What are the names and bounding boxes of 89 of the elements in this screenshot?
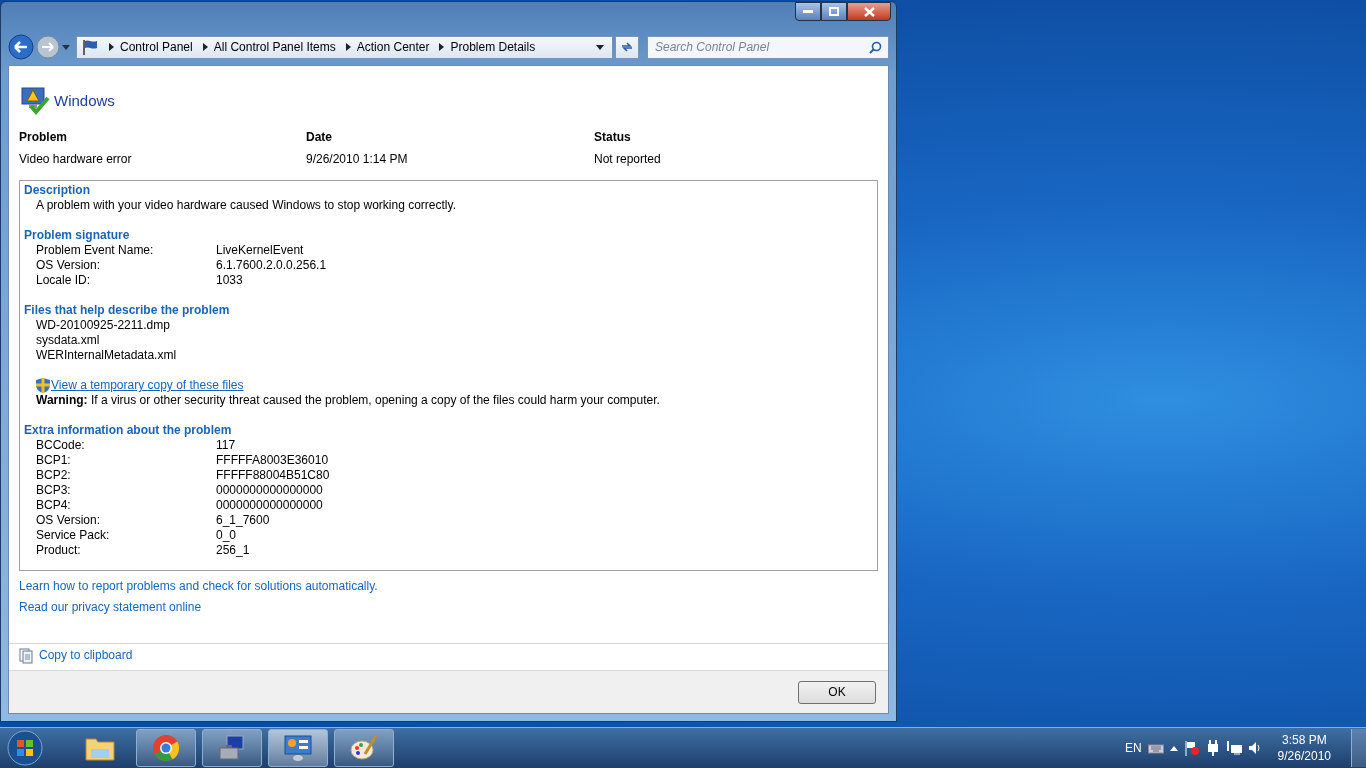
field-value: 0000000000000000 [216,483,323,498]
close-button[interactable] [847,2,891,21]
file-name: WERInternalMetadata.xml [35,348,178,363]
taskbar-button[interactable] [202,729,262,767]
field-label: OS Version: [36,513,102,528]
section-heading: Problem signature [24,228,131,243]
taskbar-button[interactable] [334,729,394,767]
field-value: LiveKernelEvent [216,243,304,258]
breadcrumb-arrow-icon[interactable] [109,43,114,51]
shield-icon [36,378,50,393]
network-icon[interactable] [1225,740,1242,756]
flag-icon [81,39,99,55]
minimize-icon [803,9,813,14]
close-icon [863,6,875,17]
copy-to-clipboard-link[interactable]: Copy to clipboard [39,648,133,662]
field-value: 6_1_7600 [216,513,270,528]
section-heading: Files that help describe the problem [24,303,231,318]
search-icon[interactable] [869,40,882,54]
field-value: 1033 [216,273,243,288]
back-icon[interactable] [8,34,34,60]
field-label: Problem Event Name: [36,243,155,258]
address-bar[interactable]: Control Panel All Control Panel Items Action Center Problem Details [76,35,613,59]
show-desktop-button[interactable] [1351,729,1366,767]
clock-date[interactable]: 9/26/2010 [1277,749,1331,763]
field-label: BCP1: [36,453,72,468]
description-text: A problem with your video hardware caused Windows to stop working correctly. [35,198,457,213]
maximize-icon [829,7,839,16]
field-value: FFFFF88004B51C80 [216,468,330,483]
field-value: 0000000000000000 [216,498,323,513]
browser-icon [152,734,180,762]
taskbar-button[interactable] [268,729,328,767]
show-hidden-icons-icon[interactable] [1169,745,1178,751]
field-label: BCCode: [36,438,86,453]
forward-icon[interactable] [36,35,60,59]
breadcrumb-arrow-icon[interactable] [202,43,208,51]
keyboard-icon[interactable] [1147,742,1164,754]
language-indicator[interactable]: EN [1124,741,1142,755]
ok-button[interactable]: OK [798,680,876,704]
breadcrumb-item[interactable]: Control Panel [120,40,193,54]
control-panel-icon [283,734,313,762]
taskbar-button[interactable] [136,729,196,767]
speaker-icon[interactable] [1247,741,1262,755]
field-label: BCP4: [36,498,72,513]
refresh-button[interactable] [615,35,639,59]
summary-value: Not reported [594,152,661,166]
power-plug-icon[interactable] [1205,740,1220,756]
column-heading: Status [594,130,632,144]
section-heading: Description [24,183,91,198]
column-heading: Date [306,130,333,144]
field-value: 117 [216,438,236,453]
field-label: Locale ID: [36,273,92,288]
field-value: 256_1 [216,543,250,558]
clock-time[interactable]: 3:58 PM [1281,733,1327,747]
breadcrumb-item[interactable]: Problem Details [450,40,536,54]
warning-text: Warning: If a virus or other security threat caused the problem, opening a copy of the files could harm your computer. [35,393,661,408]
field-label: BCP2: [36,468,72,483]
field-label: Product: [36,543,82,558]
refresh-icon [620,40,634,54]
flag-error-icon[interactable] [1183,740,1200,756]
view-files-link[interactable]: View a temporary copy of these files [51,378,244,393]
dropdown-caret-icon[interactable] [596,44,604,50]
clipboard-icon [19,648,33,664]
help-link[interactable]: Read our privacy statement online [19,600,202,614]
summary-value: 9/26/2010 1:14 PM [306,152,409,166]
maximize-button[interactable] [821,2,847,21]
field-value: FFFFFA8003E36010 [216,453,329,468]
column-heading: Problem [19,130,68,144]
field-value: 6.1.7600.2.0.0.256.1 [216,258,327,273]
paint-palette-icon [349,734,379,762]
breadcrumb-arrow-icon[interactable] [439,43,445,51]
folder-icon [85,735,115,761]
breadcrumb-item[interactable]: Action Center [356,40,430,54]
breadcrumb-arrow-icon[interactable] [345,43,351,51]
start-button[interactable] [6,729,44,767]
monitor-warning-icon [19,84,51,116]
page-title: Windows [54,91,115,109]
field-value: 0_0 [216,528,237,543]
computer-toolbox-icon [217,734,247,762]
search-field[interactable]: Search Control Panel [647,35,889,59]
file-name: WD-20100925-2211.dmp [35,318,171,333]
field-label: BCP3: [36,483,72,498]
breadcrumb-item[interactable]: All Control Panel Items [213,40,336,54]
minimize-button[interactable] [795,2,821,21]
file-name: sysdata.xml [35,333,101,348]
help-link[interactable]: Learn how to report problems and check for solutions automatically. [19,579,378,593]
summary-value: Video hardware error [19,152,133,166]
section-heading: Extra information about the problem [24,423,233,438]
field-label: Service Pack: [36,528,111,543]
field-label: OS Version: [36,258,102,273]
